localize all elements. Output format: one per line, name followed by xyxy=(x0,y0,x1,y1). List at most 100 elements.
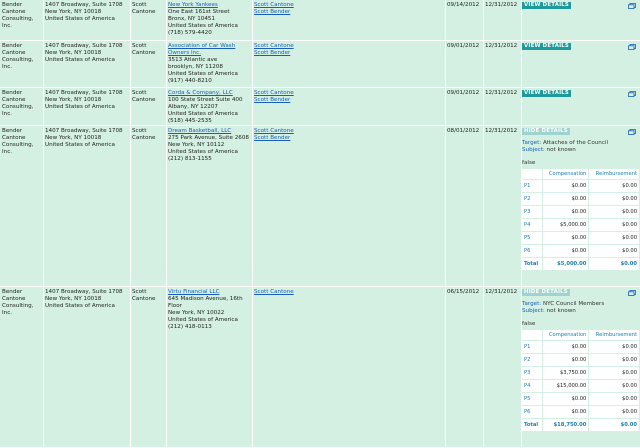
total-label: Total xyxy=(522,419,542,432)
signer-name: Scott Cantone xyxy=(132,43,156,56)
lobbyist-link[interactable]: Scott Bender xyxy=(254,50,443,57)
organization-address-line: United States of America xyxy=(168,317,238,323)
start-date: 09/14/2012 xyxy=(447,2,480,8)
lobbyist-link[interactable]: Scott Bender xyxy=(254,135,443,142)
compensation-header: Compensation xyxy=(541,330,589,341)
start-date-cell: 09/01/2012 xyxy=(445,88,483,125)
organization-address-line: United States of America xyxy=(168,149,238,155)
period-label: P6 xyxy=(522,406,542,419)
client-address-line: 1407 Broadway, Suite 1708 xyxy=(45,128,123,134)
open-window-icon[interactable] xyxy=(628,44,636,50)
reimbursement-value: $0.00 xyxy=(588,367,639,380)
organization-link[interactable]: New York Yankees xyxy=(168,2,250,9)
start-date-cell: 09/14/2012 xyxy=(445,0,483,40)
lobbyist-link[interactable]: Scott Bender xyxy=(254,97,443,104)
target-line: Target: Attaches of the Council xyxy=(522,140,638,147)
signer-name: Scott Cantone xyxy=(132,289,156,302)
subject-value: not known xyxy=(546,147,576,153)
start-date: 09/01/2012 xyxy=(447,90,480,96)
organization-address-line: Albany, NY 12207 xyxy=(168,104,218,110)
compensation-value: $5,000.00 xyxy=(541,219,589,232)
organization-address-line: 100 State Street Suite 400 xyxy=(168,97,243,103)
period-row: P3 $3,750.00 $0.00 xyxy=(522,367,639,380)
organization-address-line: brooklyn, NY 11208 xyxy=(168,64,223,70)
compensation-value: $0.00 xyxy=(541,406,589,419)
details-cell: VIEW DETAILS xyxy=(521,41,640,87)
organization-cell: Association of Car Wash Owners Inc. 3513 … xyxy=(166,41,252,87)
flag-text: false xyxy=(522,321,536,327)
target-label: Target: xyxy=(522,301,542,307)
details-cell: HIDE DETAILS Target: Attaches of the Coun… xyxy=(521,126,640,286)
client-address-cell: 1407 Broadway, Suite 1708 New York, NY 10… xyxy=(43,41,130,87)
organization-address-line: 275 Park Avenue, Suite 2608 xyxy=(168,135,249,141)
compensation-value: $3,750.00 xyxy=(541,367,589,380)
open-window-icon[interactable] xyxy=(628,129,636,135)
reimbursement-value: $0.00 xyxy=(588,193,639,206)
lobbyist-link[interactable]: Scott Bender xyxy=(254,9,443,16)
compensation-table: Compensation Reimbursement P1 $0.00 $0.00 P2 $… xyxy=(522,330,639,432)
period-label: P2 xyxy=(522,193,542,206)
reimbursement-header: Reimbursement xyxy=(588,330,639,341)
details-panel: Target: Attaches of the Council Subject: … xyxy=(522,140,639,271)
organization-address-line: New York, NY 10112 xyxy=(168,142,225,148)
view-details-button[interactable]: VIEW DETAILS xyxy=(522,2,571,9)
lobbyist-link[interactable]: Scott Cantone xyxy=(254,289,443,296)
compensation-value: $0.00 xyxy=(541,393,589,406)
lobbyist-link[interactable]: Scott Cantone xyxy=(254,2,443,9)
reimbursement-value: $0.00 xyxy=(588,219,639,232)
organization-link[interactable]: Corda & Company, LLC xyxy=(168,90,250,97)
view-details-button[interactable]: VIEW DETAILS xyxy=(522,43,571,50)
client-cell: Bender Cantone Consulting, Inc. xyxy=(0,0,43,40)
end-date-cell: 12/31/2012 xyxy=(483,126,521,286)
signer-name: Scott Cantone xyxy=(132,128,156,141)
organization-address-line: (212) 813-1155 xyxy=(168,156,212,162)
compensation-header-row: Compensation Reimbursement xyxy=(522,330,639,341)
registration-row: Bender Cantone Consulting, Inc. 1407 Broa… xyxy=(0,88,640,126)
subject-line: Subject: not known xyxy=(522,308,638,315)
client-name: Bender Cantone Consulting, Inc. xyxy=(2,43,34,70)
period-row: P6 $0.00 $0.00 xyxy=(522,245,639,258)
organization-link[interactable]: Dream Basketball, LLC xyxy=(168,128,250,135)
client-address-cell: 1407 Broadway, Suite 1708 New York, NY 10… xyxy=(43,126,130,286)
signer-name: Scott Cantone xyxy=(132,90,156,103)
start-date: 09/01/2012 xyxy=(447,43,480,49)
start-date-cell: 08/01/2012 xyxy=(445,126,483,286)
organization-link[interactable]: Virtu Financial LLC xyxy=(168,289,250,296)
reimbursement-value: $0.00 xyxy=(588,206,639,219)
open-window-icon[interactable] xyxy=(628,3,636,9)
period-header xyxy=(522,169,542,180)
client-address-line: New York, NY 10018 xyxy=(45,9,102,15)
client-address-line: United States of America xyxy=(45,142,115,148)
client-address-line: United States of America xyxy=(45,16,115,22)
lobbyist-link[interactable]: Scott Cantone xyxy=(254,43,443,50)
client-name: Bender Cantone Consulting, Inc. xyxy=(2,128,34,155)
organization-link[interactable]: Association of Car Wash Owners Inc. xyxy=(168,43,250,57)
open-window-icon[interactable] xyxy=(628,290,636,296)
open-window-icon[interactable] xyxy=(628,91,636,97)
compensation-header: Compensation xyxy=(541,169,589,180)
subject-label: Subject: xyxy=(522,308,545,314)
hide-details-button[interactable]: HIDE DETAILS xyxy=(522,128,570,135)
lobbyist-link[interactable]: Scott Cantone xyxy=(254,90,443,97)
compensation-table: Compensation Reimbursement P1 $0.00 $0.00 P2 $… xyxy=(522,169,639,271)
reimbursement-value: $0.00 xyxy=(588,354,639,367)
period-label: P3 xyxy=(522,206,542,219)
client-cell: Bender Cantone Consulting, Inc. xyxy=(0,88,43,125)
lobbyist-link[interactable]: Scott Cantone xyxy=(254,128,443,135)
period-row: P4 $15,000.00 $0.00 xyxy=(522,380,639,393)
reimbursement-value: $0.00 xyxy=(588,245,639,258)
period-row: P2 $0.00 $0.00 xyxy=(522,354,639,367)
period-label: P4 xyxy=(522,219,542,232)
total-reimbursement: $0.00 xyxy=(588,419,639,432)
view-details-button[interactable]: VIEW DETAILS xyxy=(522,90,571,97)
total-label: Total xyxy=(522,258,542,271)
end-date: 12/31/2012 xyxy=(485,2,518,8)
hide-details-button[interactable]: HIDE DETAILS xyxy=(522,289,570,296)
organization-address-line: Bronx, NY 10451 xyxy=(168,16,216,22)
organization-cell: Corda & Company, LLC 100 State Street Sui… xyxy=(166,88,252,125)
target-line: Target: NYC Council Members xyxy=(522,301,638,308)
period-label: P3 xyxy=(522,367,542,380)
period-row: P1 $0.00 $0.00 xyxy=(522,180,639,193)
client-address-line: 1407 Broadway, Suite 1708 xyxy=(45,2,123,8)
compensation-value: $15,000.00 xyxy=(541,380,589,393)
